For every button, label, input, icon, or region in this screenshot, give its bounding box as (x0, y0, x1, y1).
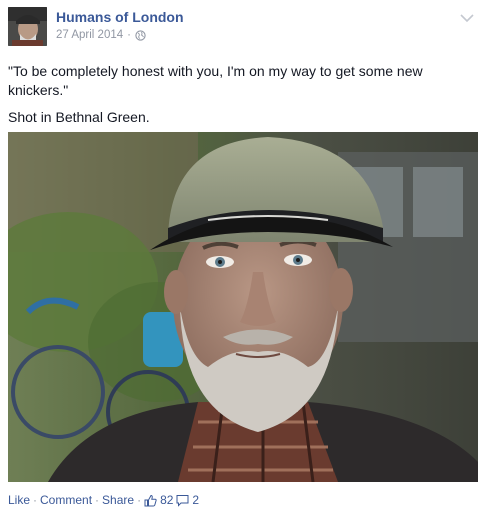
like-count[interactable]: 82 (160, 493, 173, 507)
avatar-image (8, 7, 47, 46)
globe-icon[interactable] (135, 29, 146, 41)
share-link[interactable]: Share (102, 493, 134, 507)
facebook-post: Humans of London 27 April 2014 · "To be … (0, 0, 486, 512)
post-date[interactable]: 27 April 2014 (56, 29, 123, 41)
comment-bubble-icon[interactable] (176, 494, 189, 507)
caption-quote: "To be completely honest with you, I'm o… (8, 63, 423, 98)
post-photo[interactable] (8, 132, 478, 482)
action-separator: · (137, 493, 142, 507)
post-actions: Like · Comment · Share · 82 2 (8, 493, 199, 507)
post-meta: 27 April 2014 · (56, 29, 146, 41)
action-separator: · (95, 493, 100, 507)
comment-link[interactable]: Comment (40, 493, 92, 507)
page-name-link[interactable]: Humans of London (56, 9, 184, 25)
post-caption: "To be completely honest with you, I'm o… (8, 62, 478, 135)
thumbs-up-icon[interactable] (144, 494, 157, 507)
page-avatar[interactable] (8, 7, 47, 46)
chevron-down-icon[interactable] (460, 10, 474, 23)
meta-separator: · (127, 29, 131, 41)
comment-count[interactable]: 2 (192, 493, 199, 507)
action-separator: · (33, 493, 38, 507)
like-link[interactable]: Like (8, 493, 30, 507)
caption-location: Shot in Bethnal Green. (8, 109, 150, 125)
